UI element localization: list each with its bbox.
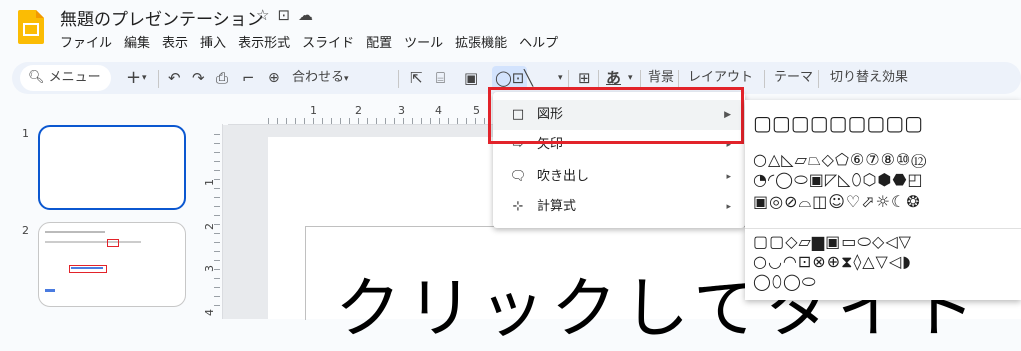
new-slide-button[interactable]: +: [126, 62, 141, 94]
undo-icon[interactable]: ↶: [168, 62, 181, 94]
shapes-row[interactable]: ▣◎⊘⌓◫☺♡⬀☼☾❂: [753, 192, 921, 212]
print-icon[interactable]: ⎙: [216, 62, 228, 94]
ruler-tick: 4: [435, 104, 442, 117]
ruler-tick: 5: [473, 104, 480, 117]
menu-bar: ファイル 編集 表示 挿入 表示形式 スライド 配置 ツール 拡張機能 ヘルプ: [60, 32, 558, 51]
shapes-submenu-panel: ▢▢▢▢▢▢▢▢▢ ○△◺▱⏢◇⬠⑥⑦⑧⑩⑫ ◔◜◯⬭▣◸◺⬯⬡⬢⬣◰ ▣◎⊘⌓…: [745, 100, 1021, 300]
menu-help[interactable]: ヘルプ: [519, 32, 558, 51]
textbox-icon[interactable]: ⌸: [436, 62, 445, 94]
ruler-tick: 1: [310, 104, 317, 117]
menu-format[interactable]: 表示形式: [238, 32, 290, 51]
callout-icon: 🗨: [509, 169, 527, 184]
theme-button[interactable]: テーマ: [774, 62, 813, 94]
slide-thumbnail-2[interactable]: [38, 222, 186, 307]
shapes-row[interactable]: ◯⬯◯⬭: [753, 272, 817, 292]
menu-slide[interactable]: スライド: [302, 32, 354, 51]
submenu-arrow-icon: ▸: [726, 202, 731, 212]
menu-search-button[interactable]: 🔍︎ メニュー: [20, 65, 111, 91]
slide-thumbnail-1[interactable]: [38, 125, 186, 210]
new-slide-layout-chevron-icon[interactable]: ▾: [142, 62, 147, 94]
shapes-row[interactable]: ○△◺▱⏢◇⬠⑥⑦⑧⑩⑫: [753, 150, 927, 170]
shapes-row[interactable]: ○◡◠⊡⊗⊕⧗◊△▽◁◗: [753, 252, 912, 272]
move-folder-icon[interactable]: ⊡: [277, 6, 298, 24]
slide-number: 2: [22, 224, 29, 237]
document-title[interactable]: 無題のプレゼンテーション: [60, 5, 264, 30]
menu-item-equation[interactable]: ⊹ 計算式 ▸: [493, 192, 745, 222]
menu-arrange[interactable]: 配置: [366, 32, 392, 51]
menu-item-label: 計算式: [537, 199, 577, 214]
menu-edit[interactable]: 編集: [124, 32, 150, 51]
menu-file[interactable]: ファイル: [60, 32, 112, 51]
menu-view[interactable]: 表示: [162, 32, 188, 51]
select-cursor-icon[interactable]: ⇱: [410, 62, 423, 94]
submenu-arrow-icon: ▸: [726, 172, 731, 182]
paint-format-icon[interactable]: ⌐: [242, 62, 255, 94]
shapes-row[interactable]: ▢▢◇▱▆▣▭⬭◇◁▽: [753, 232, 912, 252]
slides-logo-icon[interactable]: [18, 10, 44, 44]
image-icon[interactable]: ▣: [464, 62, 478, 94]
slide-number: 1: [22, 127, 29, 140]
zoom-label: 合わせる: [292, 70, 345, 85]
cloud-status-icon[interactable]: ☁: [298, 6, 321, 24]
search-icon: 🔍︎: [28, 70, 45, 85]
menu-extensions[interactable]: 拡張機能: [455, 32, 507, 51]
zoom-icon[interactable]: ⊕: [268, 62, 280, 94]
shapes-row[interactable]: ◔◜◯⬭▣◸◺⬯⬡⬢⬣◰: [753, 170, 924, 190]
shapes-divider: [745, 228, 1021, 229]
ruler-tick: 3: [398, 104, 405, 117]
chevron-down-icon: ▾: [344, 74, 349, 84]
menu-tools[interactable]: ツール: [404, 32, 443, 51]
highlight-annotation-box: [488, 87, 744, 144]
menu-item-callouts[interactable]: 🗨 吹き出し ▸: [493, 162, 745, 192]
menu-item-label: 吹き出し: [537, 169, 590, 184]
menu-insert[interactable]: 挿入: [200, 32, 226, 51]
vertical-ruler: 1 2 3 4: [200, 124, 223, 319]
transition-button[interactable]: 切り替え効果: [830, 62, 908, 94]
equation-icon: ⊹: [512, 199, 524, 214]
redo-icon[interactable]: ↷: [192, 62, 205, 94]
star-icon[interactable]: ☆: [256, 6, 277, 24]
menu-search-label: メニュー: [48, 70, 101, 85]
shapes-row[interactable]: ▢▢▢▢▢▢▢▢▢: [753, 111, 923, 135]
zoom-select[interactable]: 合わせる▾: [292, 62, 349, 94]
ruler-tick: 2: [355, 104, 362, 117]
